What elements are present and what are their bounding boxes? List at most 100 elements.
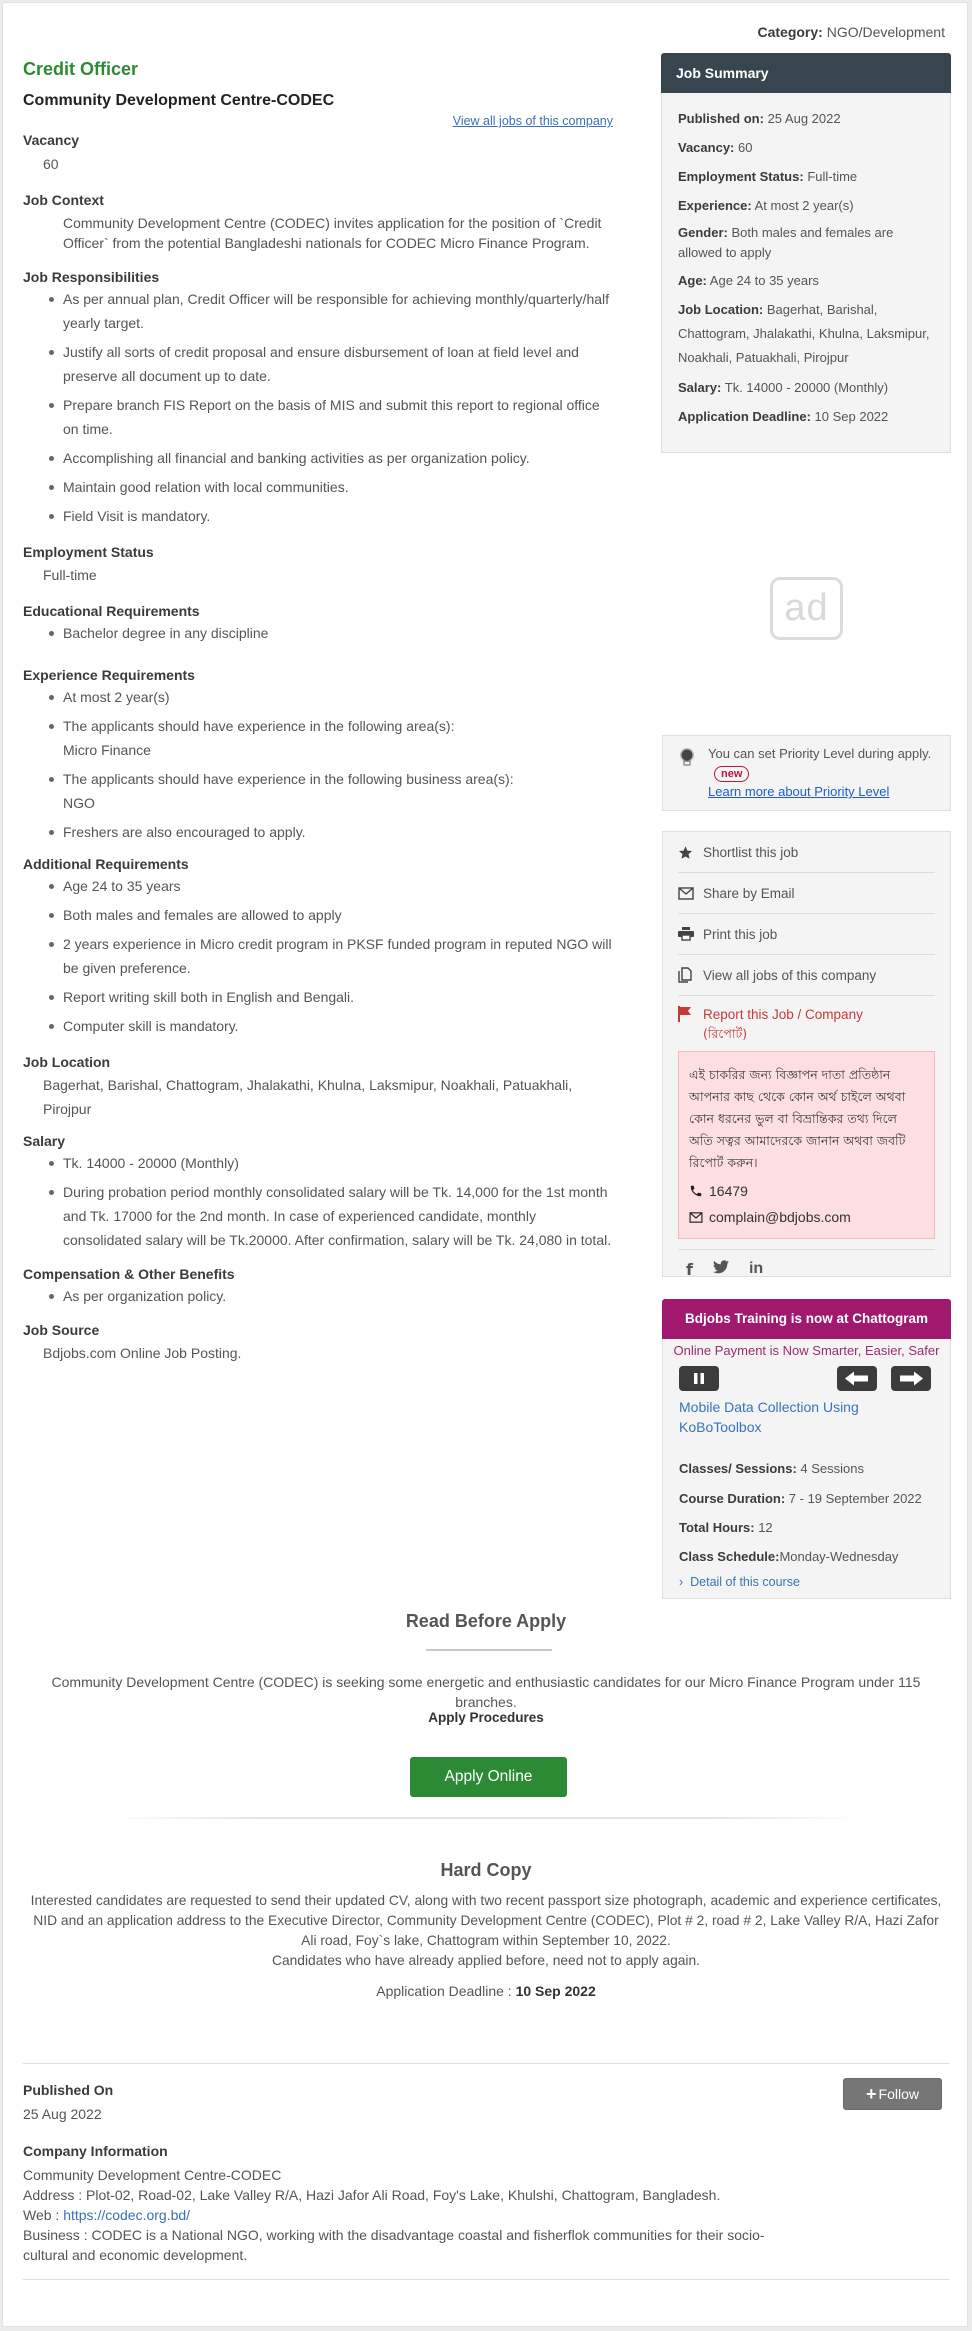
item-text: At most 2 year(s)	[63, 689, 170, 705]
training-sessions: Classes/ Sessions: 4 Sessions	[679, 1461, 864, 1476]
apply-online-button[interactable]: Apply Online	[410, 1757, 567, 1797]
company-address: Address : Plot-02, Road-02, Lake Valley …	[23, 2187, 721, 2203]
divider	[23, 2063, 949, 2064]
section-employment-status: Employment Status Full-time	[23, 544, 613, 587]
view-all-company-jobs-button[interactable]: View all jobs of this company	[678, 955, 935, 996]
published-on-block: Published On 25 Aug 2022	[23, 2082, 923, 2122]
item-text: Freshers are also encouraged to apply.	[63, 824, 306, 840]
row-label: Age:	[678, 273, 707, 288]
pause-icon	[694, 1373, 704, 1384]
row-value: 60	[738, 140, 753, 155]
summary-job-location: Job Location: Bagerhat, Barishal, Chatto…	[678, 298, 934, 370]
copy-document-icon	[678, 967, 703, 983]
course-detail-link[interactable]: › Detail of this course	[679, 1575, 800, 1589]
course-title-link[interactable]: Mobile Data Collection Using KoBoToolbox	[679, 1397, 919, 1437]
list-item: During probation period monthly consolid…	[43, 1180, 613, 1252]
list-item: Accomplishing all financial and banking …	[43, 446, 613, 470]
section-responsibilities: Job Responsibilities As per annual plan,…	[23, 269, 613, 528]
twitter-icon[interactable]	[712, 1260, 729, 1279]
fraud-warning-box: এই চাকরির জন্য বিজ্ঞাপন দাতা প্রতিষ্ঠান …	[678, 1051, 935, 1239]
report-job-button[interactable]: Report this Job / Company (রিপোর্ট)	[678, 996, 935, 1043]
complaint-email-address[interactable]: complain@bdjobs.com	[709, 1206, 851, 1228]
training-body: Online Payment is Now Smarter, Easier, S…	[662, 1339, 951, 1599]
additional-list: Age 24 to 35 years Both males and female…	[23, 874, 613, 1038]
section-heading: Job Context	[23, 192, 104, 208]
item-text: The applicants should have experience in…	[63, 771, 514, 787]
summary-deadline: Application Deadline: 10 Sep 2022	[678, 405, 934, 428]
priority-learn-more-link[interactable]: Learn more about Priority Level	[708, 782, 940, 801]
social-share-row: f in	[678, 1249, 935, 1279]
flag-icon	[678, 1005, 703, 1043]
responsibilities-list: As per annual plan, Credit Officer will …	[23, 287, 613, 528]
envelope-icon	[689, 1211, 709, 1223]
company-info-heading: Company Information	[23, 2143, 168, 2159]
company-website-link[interactable]: https://codec.org.bd/	[63, 2207, 190, 2223]
training-hours: Total Hours: 12	[679, 1520, 773, 1535]
title-underline	[426, 1649, 552, 1651]
company-information-block: Company Information Community Developmen…	[23, 2143, 923, 2265]
row-label: Vacancy:	[678, 140, 735, 155]
item-sub: NGO	[63, 795, 95, 811]
training-promo-panel: Bdjobs Training is now at Chattogram Onl…	[662, 1299, 951, 1599]
new-badge: new	[714, 766, 750, 782]
row-label: Job Location:	[678, 302, 764, 317]
share-by-email-button[interactable]: Share by Email	[678, 873, 935, 914]
priority-badge-icon	[679, 747, 695, 772]
experience-list: At most 2 year(s) The applicants should …	[23, 685, 613, 844]
apply-procedures-heading: Apply Procedures	[428, 1710, 544, 1725]
job-actions-panel: Shortlist this job Share by Email Print …	[662, 831, 951, 1279]
section-vacancy: Vacancy 60	[23, 132, 613, 176]
row-value: 4 Sessions	[796, 1461, 864, 1476]
published-on-heading: Published On	[23, 2082, 114, 2098]
pause-button[interactable]	[679, 1366, 719, 1391]
deadline-value: 10 Sep 2022	[515, 1983, 596, 1999]
hard-copy-deadline: Application Deadline : 10 Sep 2022	[3, 1983, 969, 1999]
job-location-value: Bagerhat, Barishal, Chattogram, Jhalakat…	[43, 1077, 573, 1117]
section-salary: Salary Tk. 14000 - 20000 (Monthly) Durin…	[23, 1133, 613, 1252]
employment-status-value: Full-time	[43, 567, 97, 583]
section-heading: Additional Requirements	[23, 856, 189, 872]
summary-gender: Gender: Both males and females are allow…	[678, 223, 934, 263]
list-item: Age 24 to 35 years	[43, 874, 613, 898]
view-all-jobs-link[interactable]: View all jobs of this company	[23, 114, 613, 128]
hard-copy-text: Interested candidates are requested to s…	[3, 1891, 969, 1971]
print-job-button[interactable]: Print this job	[678, 914, 935, 955]
summary-published: Published on: 25 Aug 2022	[678, 107, 934, 130]
row-value: 25 Aug 2022	[767, 111, 841, 126]
list-item: Report writing skill both in English and…	[43, 985, 613, 1009]
phone-icon	[689, 1184, 709, 1198]
action-label: Print this job	[703, 926, 778, 942]
row-label: Application Deadline:	[678, 409, 811, 424]
list-item: The applicants should have experience in…	[43, 714, 613, 762]
complaint-email: complain@bdjobs.com	[689, 1206, 924, 1228]
job-summary-body: Published on: 25 Aug 2022 Vacancy: 60 Em…	[661, 93, 951, 453]
section-heading: Compensation & Other Benefits	[23, 1266, 235, 1282]
section-heading: Job Location	[23, 1054, 111, 1070]
section-heading: Educational Requirements	[23, 603, 200, 619]
read-before-apply-text: Community Development Centre (CODEC) is …	[51, 1674, 921, 1710]
job-summary-panel: Job Summary Published on: 25 Aug 2022 Va…	[661, 53, 951, 453]
shortlist-job-button[interactable]: Shortlist this job	[678, 832, 935, 873]
job-summary-title: Job Summary	[661, 53, 951, 93]
row-label: Employment Status:	[678, 169, 804, 184]
priority-level-notice: You can set Priority Level during apply.…	[662, 735, 951, 811]
row-label: Salary:	[678, 380, 722, 395]
arrow-left-icon	[845, 1371, 868, 1386]
training-title: Bdjobs Training is now at Chattogram	[662, 1299, 951, 1339]
action-label: Share by Email	[703, 885, 795, 901]
action-label: Shortlist this job	[703, 844, 799, 860]
next-button[interactable]	[891, 1366, 931, 1391]
previous-button[interactable]	[837, 1366, 877, 1391]
company-name: Community Development Centre-CODEC	[23, 92, 335, 109]
deadline-label: Application Deadline :	[376, 1983, 516, 1999]
training-schedule: Class Schedule:Monday-Wednesday	[679, 1549, 898, 1564]
hard-copy-instructions: Interested candidates are requested to s…	[30, 1893, 942, 1948]
row-value: Full-time	[807, 169, 858, 184]
section-heading: Job Responsibilities	[23, 269, 160, 285]
facebook-icon[interactable]: f	[686, 1260, 693, 1279]
linkedin-icon[interactable]: in	[749, 1260, 763, 1279]
ad-placeholder: ad	[770, 577, 843, 640]
section-compensation: Compensation & Other Benefits As per org…	[23, 1266, 613, 1308]
list-item: Tk. 14000 - 20000 (Monthly)	[43, 1151, 613, 1175]
action-label: View all jobs of this company	[703, 967, 877, 983]
